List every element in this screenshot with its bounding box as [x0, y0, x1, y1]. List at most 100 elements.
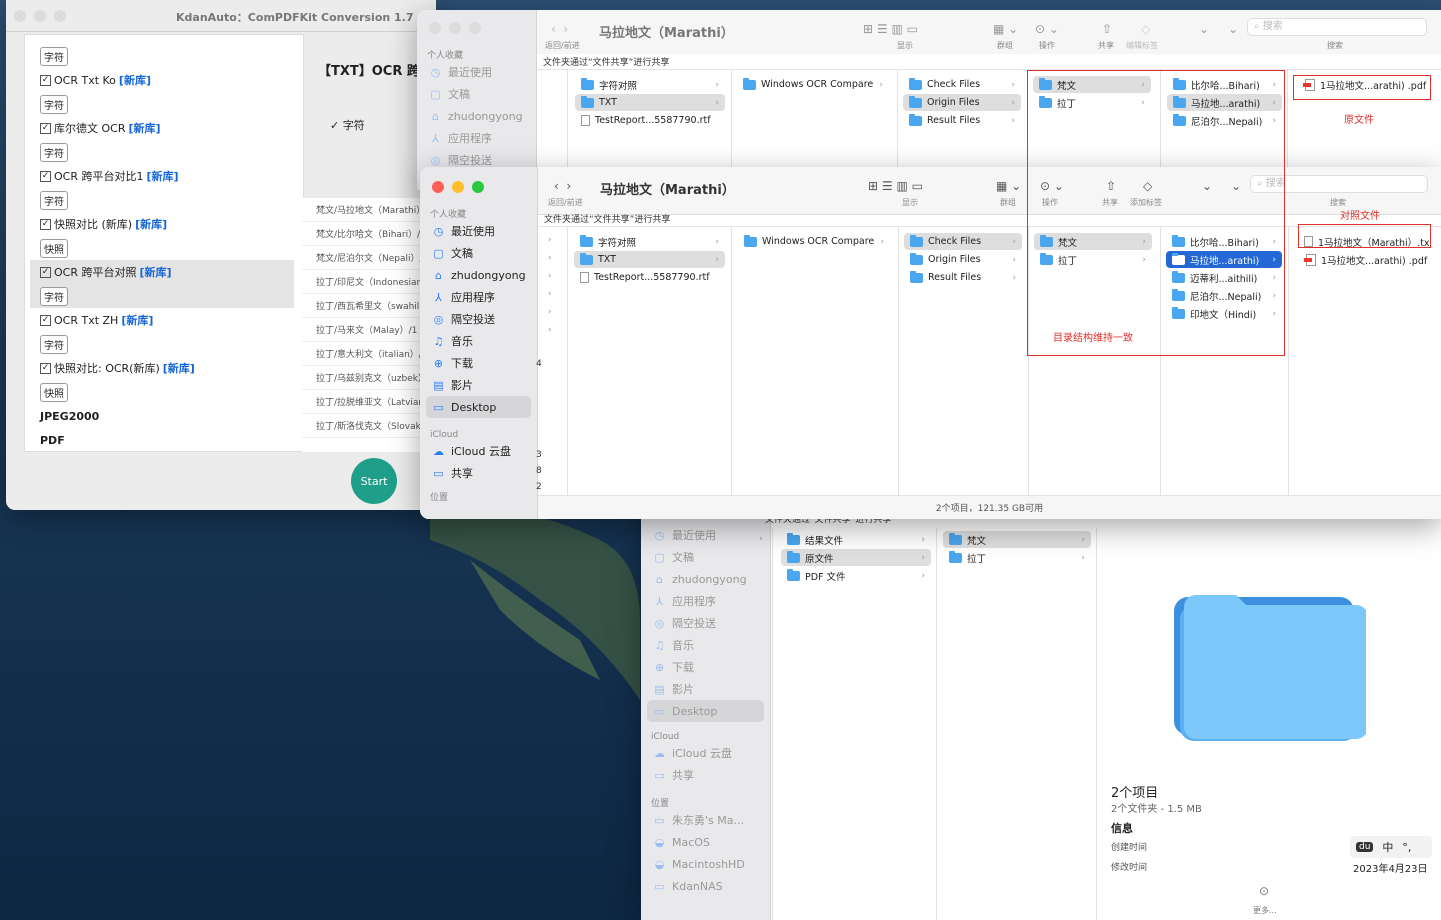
folder-result-files[interactable]: Result Files ›	[903, 112, 1021, 129]
folder-icon	[580, 234, 593, 247]
window-controls[interactable]	[14, 10, 66, 22]
sidebar-item-airdrop[interactable]: ◎ 隔空投送	[641, 612, 770, 634]
compare-type-tag[interactable]: 字符	[30, 44, 294, 68]
folder-txt[interactable]: TXT ›	[575, 94, 725, 111]
char-checkbox[interactable]: ✓ 字符	[330, 117, 365, 133]
disk-icon: ◒	[654, 835, 665, 849]
share-icon[interactable]: ⇧	[1102, 22, 1112, 36]
folder-windows-ocr[interactable]: Windows OCR Compare ›	[738, 233, 890, 250]
sidebar-item-docs[interactable]: ▢ 文稿	[420, 242, 537, 264]
back-forward-icon[interactable]: ‹ ›	[554, 179, 571, 193]
sidebar-item-docs[interactable]: ▢ 文稿	[641, 546, 770, 568]
test-case-item[interactable]: ✓ OCR 跨平台对照 [新库]	[30, 260, 294, 284]
folder-check-files[interactable]: Check Files ›	[904, 233, 1022, 250]
window-controls[interactable]	[432, 181, 537, 193]
file-marathi-pdf[interactable]: 1马拉地文...arathi) .pdf	[1298, 251, 1438, 268]
sidebar-item-recent[interactable]: ◷ 最近使用	[641, 524, 770, 546]
more-icon[interactable]: ⊙	[1259, 884, 1269, 898]
folder-check-files[interactable]: Check Files ›	[903, 76, 1021, 93]
annotation-structure-label: 目录结构维持一致	[1053, 333, 1133, 344]
sidebar-item-desktop[interactable]: ▭ Desktop	[647, 700, 764, 722]
ime-toolbar[interactable]: du 中 °,	[1350, 836, 1432, 858]
sidebar-item-docs[interactable]: ▢ 文稿	[417, 83, 536, 105]
sidebar-item-shared[interactable]: ▭ 共享	[641, 764, 770, 786]
sidebar-item-downloads[interactable]: ⊕ 下载	[641, 656, 770, 678]
compare-type-tag[interactable]: 快照	[30, 236, 294, 260]
compare-type-tag[interactable]: 字符	[30, 332, 294, 356]
action-icon[interactable]: ⊙ ⌄	[1035, 22, 1059, 36]
folder-icon	[910, 252, 923, 265]
finder-top-toolbar: ‹ › 返回/前进 马拉地文（Marathi） ⊞ ☰ ▥ ▭ 显示 ▦ ⌄ 群…	[537, 10, 1441, 58]
finder-main-toolbar: ‹ › 返回/前进 马拉地文（Marathi） ⊞ ☰ ▥ ▭ 显示 ▦ ⌄ 群…	[538, 167, 1441, 215]
folder-origin-files[interactable]: Origin Files ›	[904, 251, 1022, 268]
test-case-item[interactable]: ✓ 库尔德文 OCR [新库]	[30, 116, 294, 140]
sidebar-item-apps[interactable]: ⅄ 应用程序	[420, 286, 537, 308]
format-group-heading[interactable]: JPEG2000	[30, 404, 294, 428]
checkbox-checked-icon[interactable]: ✓	[40, 122, 51, 134]
search-field[interactable]: ⌕ 搜索	[1247, 18, 1427, 36]
test-case-item[interactable]: ✓ OCR Txt ZH [新库]	[30, 308, 294, 332]
start-button[interactable]: Start	[351, 458, 397, 504]
checkbox-checked-icon[interactable]: ✓	[40, 170, 51, 182]
sidebar-item-kdannas[interactable]: ▭ KdanNAS	[641, 875, 770, 897]
compare-type-tag[interactable]: 快照	[30, 380, 294, 404]
folder-result-files[interactable]: Result Files ›	[904, 269, 1022, 286]
sidebar-item-icloud-drive[interactable]: ☁ iCloud 云盘	[420, 440, 537, 462]
test-case-item[interactable]: ✓ OCR 跨平台对比1 [新库]	[30, 164, 294, 188]
sidebar-item-home[interactable]: ⌂ zhudongyong	[417, 105, 536, 127]
folder-sanskrit[interactable]: 梵文 ›	[943, 531, 1091, 548]
format-group-heading[interactable]: PDF	[30, 428, 294, 450]
test-case-list[interactable]: 字符 ✓ OCR Txt Ko [新库] 字符 ✓ 库尔德文 OCR [新库] 字符 ✓ OCR 跨…	[30, 44, 294, 450]
sidebar-item-home[interactable]: ⌂ zhudongyong	[420, 264, 537, 286]
chevron-down-icon[interactable]: ⌄ ⌄	[1199, 22, 1238, 36]
sidebar-item-recent[interactable]: ◷ 最近使用	[417, 61, 536, 83]
group-icon[interactable]: ▦ ⌄	[996, 179, 1021, 193]
checkbox-checked-icon[interactable]: ✓	[40, 218, 51, 230]
group-icon[interactable]: ▦ ⌄	[993, 22, 1018, 36]
folder-char-compare[interactable]: 字符对照 ›	[574, 233, 725, 250]
checkbox-checked-icon[interactable]: ✓	[40, 362, 51, 374]
sidebar-item-macos[interactable]: ◒ MacOS	[641, 831, 770, 853]
sidebar-item-apps[interactable]: ⅄ 应用程序	[641, 590, 770, 612]
folder-windows-ocr[interactable]: Windows OCR Compare ›	[737, 76, 889, 93]
folder-origin-files[interactable]: Origin Files ›	[903, 94, 1021, 111]
more-label[interactable]: 更多...	[1253, 905, 1277, 916]
sidebar-item-home[interactable]: ⌂ zhudongyong	[641, 568, 770, 590]
sidebar-item-music[interactable]: ♫ 音乐	[420, 330, 537, 352]
checkbox-checked-icon[interactable]: ✓	[40, 74, 51, 86]
folder-originals[interactable]: 原文件 ›	[781, 549, 931, 566]
folder-char-compare[interactable]: 字符对照 ›	[575, 76, 725, 93]
folder-latin[interactable]: 拉丁 ›	[943, 549, 1091, 566]
checkbox-checked-icon[interactable]: ✓	[40, 266, 51, 278]
file-testreport[interactable]: TestReport...5587790.rtf	[574, 269, 725, 286]
folder-txt[interactable]: TXT ›	[574, 251, 725, 268]
compare-type-tag[interactable]: 字符	[30, 140, 294, 164]
window-controls[interactable]	[429, 22, 536, 34]
sidebar-item-desktop[interactable]: ▭ Desktop	[426, 396, 531, 418]
sidebar-item-apps[interactable]: ⅄ 应用程序	[417, 127, 536, 149]
sidebar-item-icloud-drive[interactable]: ☁ iCloud 云盘	[641, 742, 770, 764]
sidebar-item-movies[interactable]: ▤ 影片	[641, 678, 770, 700]
sidebar-item-downloads[interactable]: ⊕ 下载	[420, 352, 537, 374]
view-switcher-icon[interactable]: ⊞ ☰ ▥ ▭	[863, 22, 918, 36]
test-case-item[interactable]: ✓ OCR Txt Ko [新库]	[30, 68, 294, 92]
compare-type-tag[interactable]: 字符	[30, 92, 294, 116]
sidebar-item-shared[interactable]: ▭ 共享	[420, 462, 537, 484]
compare-type-tag[interactable]: 字符	[30, 188, 294, 212]
view-switcher-icon[interactable]: ⊞ ☰ ▥ ▭	[868, 179, 923, 193]
sidebar-item-macintoshhd[interactable]: ◒ MacintoshHD	[641, 853, 770, 875]
file-testreport[interactable]: TestReport...5587790.rtf	[575, 112, 725, 129]
sidebar-item-mac[interactable]: ▭ 朱东勇's Ma...	[641, 809, 770, 831]
sidebar-item-music[interactable]: ♫ 音乐	[641, 634, 770, 656]
checkbox-checked-icon[interactable]: ✓	[40, 314, 51, 326]
folder-pdf[interactable]: PDF 文件 ›	[781, 567, 931, 584]
sidebar-item-movies[interactable]: ▤ 影片	[420, 374, 537, 396]
test-case-item[interactable]: ✓ 快照对比: OCR(新库) [新库]	[30, 356, 294, 380]
back-icon[interactable]: ‹ ›	[551, 22, 568, 36]
compare-type-tag[interactable]: 字符	[30, 284, 294, 308]
folder-results[interactable]: 结果文件 ›	[781, 531, 931, 548]
sidebar-item-recent[interactable]: ◷ 最近使用	[420, 220, 537, 242]
sidebar-item-airdrop[interactable]: ◎ 隔空投送	[420, 308, 537, 330]
test-case-item[interactable]: ✓ 快照对比 (新库) [新库]	[30, 212, 294, 236]
tag-icon[interactable]: ◇	[1141, 22, 1150, 36]
